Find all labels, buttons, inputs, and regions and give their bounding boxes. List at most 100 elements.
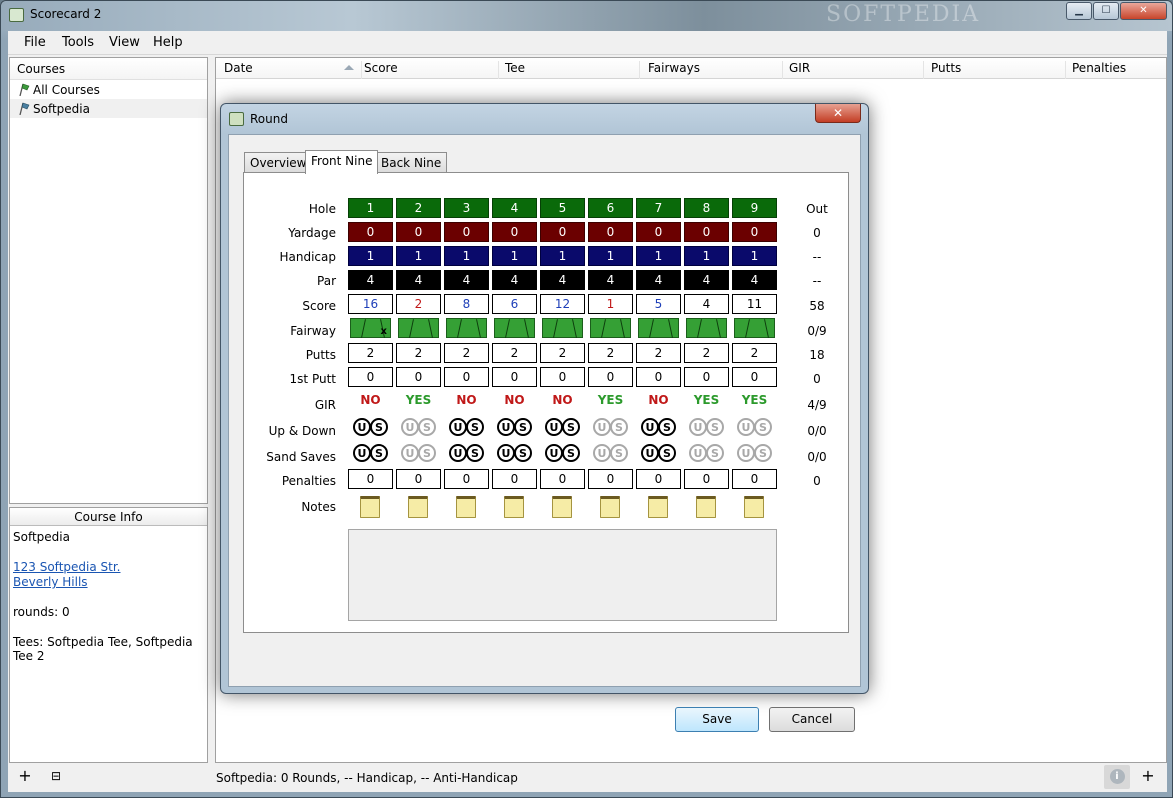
putts-input[interactable]: 2 xyxy=(492,343,537,363)
address-line-1-link[interactable]: 123 Softpedia Str. xyxy=(13,560,120,574)
course-menu-button[interactable]: ⊟ xyxy=(44,765,68,789)
putts-input[interactable]: 2 xyxy=(444,343,489,363)
score-input[interactable]: 2 xyxy=(396,294,441,314)
note-icon[interactable] xyxy=(408,496,428,518)
putts-input[interactable]: 2 xyxy=(588,343,633,363)
sand-save-toggle[interactable]: US xyxy=(639,444,679,464)
maximize-button[interactable]: ☐ xyxy=(1093,2,1119,20)
minimize-button[interactable]: ▁ xyxy=(1066,2,1092,20)
note-icon[interactable] xyxy=(696,496,716,518)
menu-file[interactable]: File xyxy=(24,35,46,50)
score-input[interactable]: 16 xyxy=(348,294,393,314)
score-input[interactable]: 6 xyxy=(492,294,537,314)
score-input[interactable]: 5 xyxy=(636,294,681,314)
up-down-toggle[interactable]: US xyxy=(639,418,679,438)
score-input[interactable]: 4 xyxy=(684,294,729,314)
gir-toggle[interactable]: YES xyxy=(684,393,729,407)
sand-save-toggle[interactable]: US xyxy=(543,444,583,464)
column-putts[interactable]: Putts xyxy=(931,61,1066,79)
address-line-2-link[interactable]: Beverly Hills xyxy=(13,575,88,589)
up-down-toggle[interactable]: US xyxy=(543,418,583,438)
up-down-toggle[interactable]: US xyxy=(687,418,727,438)
notes-text-area[interactable] xyxy=(348,529,777,621)
menu-view[interactable]: View xyxy=(109,35,140,50)
tab-front-nine[interactable]: Front Nine xyxy=(305,150,379,174)
score-input[interactable]: 11 xyxy=(732,294,777,314)
column-tee[interactable]: Tee xyxy=(505,61,640,79)
dialog-close-button[interactable]: ✕ xyxy=(815,104,861,123)
gir-toggle[interactable]: NO xyxy=(348,393,393,407)
sand-save-toggle[interactable]: US xyxy=(735,444,775,464)
column-date[interactable]: Date xyxy=(224,61,362,79)
note-icon[interactable] xyxy=(360,496,380,518)
sand-save-toggle[interactable]: US xyxy=(399,444,439,464)
add-course-button[interactable]: + xyxy=(13,765,37,789)
first-putt-input[interactable]: 0 xyxy=(636,367,681,387)
putts-input[interactable]: 2 xyxy=(396,343,441,363)
fairway-toggle[interactable] xyxy=(542,318,583,338)
fairway-toggle[interactable] xyxy=(494,318,535,338)
up-down-toggle[interactable]: US xyxy=(351,418,391,438)
fairway-toggle[interactable] xyxy=(446,318,487,338)
course-item-softpedia[interactable]: Softpedia xyxy=(10,99,207,118)
first-putt-input[interactable]: 0 xyxy=(348,367,393,387)
penalties-input[interactable]: 0 xyxy=(540,469,585,489)
note-icon[interactable] xyxy=(600,496,620,518)
note-icon[interactable] xyxy=(552,496,572,518)
fairway-toggle[interactable] xyxy=(590,318,631,338)
putts-input[interactable]: 2 xyxy=(684,343,729,363)
first-putt-input[interactable]: 0 xyxy=(444,367,489,387)
putts-input[interactable]: 2 xyxy=(636,343,681,363)
gir-toggle[interactable]: NO xyxy=(444,393,489,407)
up-down-toggle[interactable]: US xyxy=(447,418,487,438)
up-down-toggle[interactable]: US xyxy=(399,418,439,438)
putts-input[interactable]: 2 xyxy=(540,343,585,363)
gir-toggle[interactable]: YES xyxy=(732,393,777,407)
putts-input[interactable]: 2 xyxy=(348,343,393,363)
close-button[interactable]: ✕ xyxy=(1120,2,1167,20)
info-button[interactable]: i xyxy=(1104,765,1130,789)
score-input[interactable]: 12 xyxy=(540,294,585,314)
penalties-input[interactable]: 0 xyxy=(444,469,489,489)
sand-save-toggle[interactable]: US xyxy=(687,444,727,464)
score-input[interactable]: 1 xyxy=(588,294,633,314)
up-down-toggle[interactable]: US xyxy=(735,418,775,438)
add-round-button[interactable]: + xyxy=(1136,765,1160,789)
note-icon[interactable] xyxy=(504,496,524,518)
column-score[interactable]: Score xyxy=(364,61,499,79)
column-fairways[interactable]: Fairways xyxy=(648,61,783,79)
column-gir[interactable]: GIR xyxy=(789,61,924,79)
tab-back-nine[interactable]: Back Nine xyxy=(375,152,448,173)
fairway-toggle[interactable]: x xyxy=(350,318,391,338)
sand-save-toggle[interactable]: US xyxy=(351,444,391,464)
gir-toggle[interactable]: YES xyxy=(588,393,633,407)
penalties-input[interactable]: 0 xyxy=(684,469,729,489)
score-input[interactable]: 8 xyxy=(444,294,489,314)
note-icon[interactable] xyxy=(744,496,764,518)
save-button[interactable]: Save xyxy=(675,707,759,732)
menu-help[interactable]: Help xyxy=(153,35,183,50)
penalties-input[interactable]: 0 xyxy=(492,469,537,489)
fairway-toggle[interactable] xyxy=(686,318,727,338)
column-penalties[interactable]: Penalties xyxy=(1072,61,1164,79)
first-putt-input[interactable]: 0 xyxy=(540,367,585,387)
up-down-toggle[interactable]: US xyxy=(495,418,535,438)
first-putt-input[interactable]: 0 xyxy=(492,367,537,387)
penalties-input[interactable]: 0 xyxy=(636,469,681,489)
up-down-toggle[interactable]: US xyxy=(591,418,631,438)
title-bar[interactable]: Scorecard 2 SOFTPEDIA ▁ ☐ ✕ xyxy=(1,1,1172,31)
sand-save-toggle[interactable]: US xyxy=(447,444,487,464)
menu-tools[interactable]: Tools xyxy=(62,35,94,50)
penalties-input[interactable]: 0 xyxy=(348,469,393,489)
gir-toggle[interactable]: YES xyxy=(396,393,441,407)
putts-input[interactable]: 2 xyxy=(732,343,777,363)
penalties-input[interactable]: 0 xyxy=(396,469,441,489)
first-putt-input[interactable]: 0 xyxy=(588,367,633,387)
sand-save-toggle[interactable]: US xyxy=(591,444,631,464)
note-icon[interactable] xyxy=(456,496,476,518)
tab-overview[interactable]: Overview xyxy=(244,152,313,173)
fairway-toggle[interactable] xyxy=(734,318,775,338)
first-putt-input[interactable]: 0 xyxy=(396,367,441,387)
first-putt-input[interactable]: 0 xyxy=(732,367,777,387)
fairway-toggle[interactable] xyxy=(638,318,679,338)
